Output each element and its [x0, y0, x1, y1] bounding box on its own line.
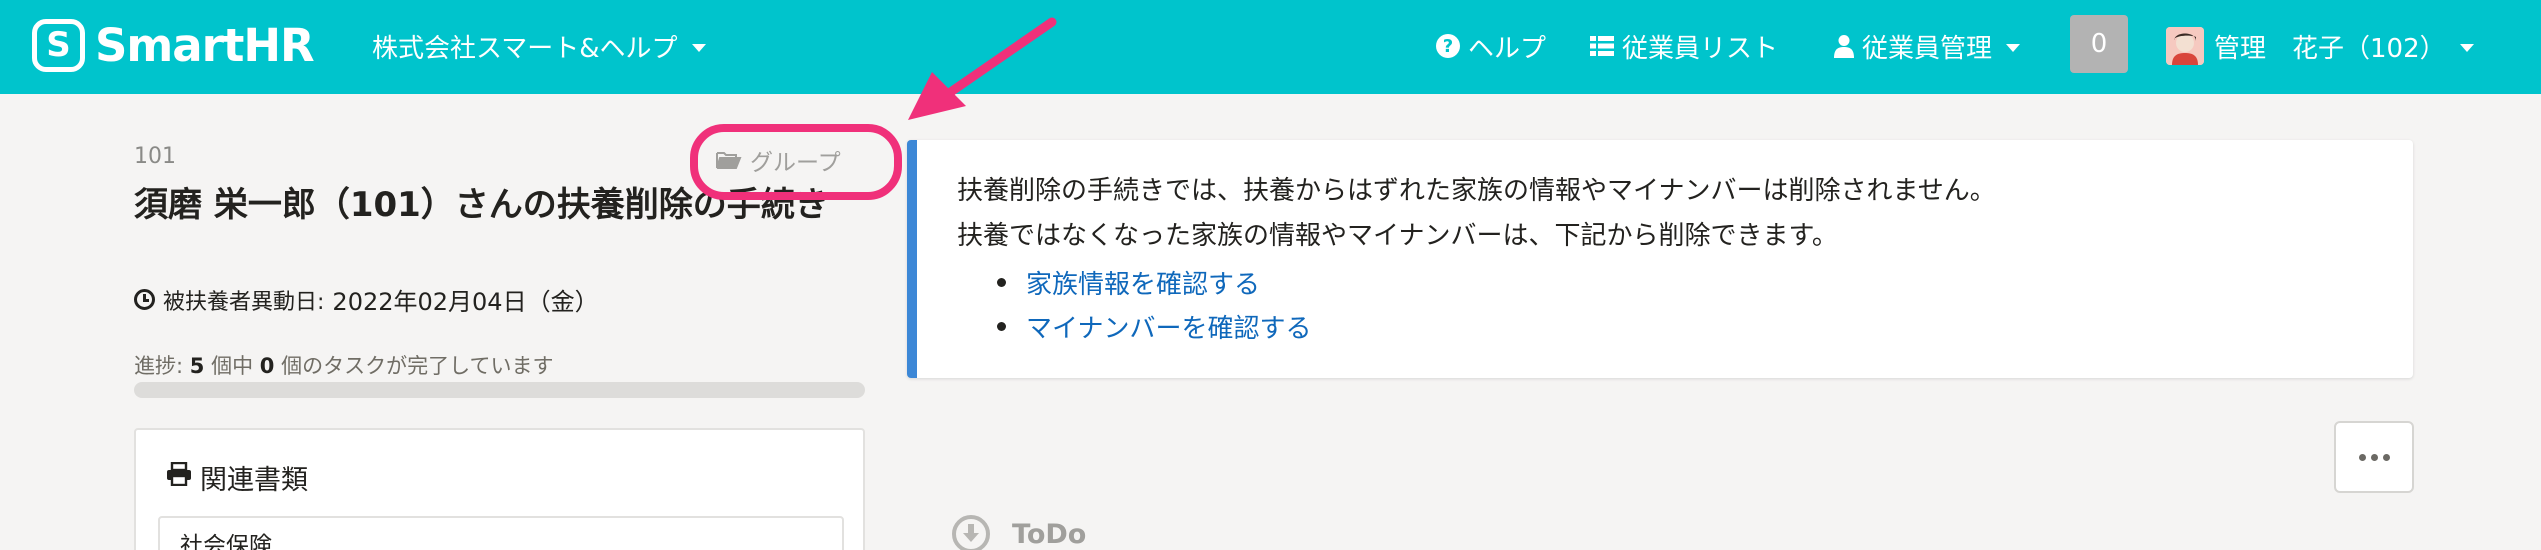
notice-line-1: 扶養削除の手続きでは、扶養からはずれた家族の情報やマイナンバーは削除されません。: [957, 176, 1996, 206]
smarthr-logo[interactable]: S SmartHR: [32, 16, 315, 74]
company-name: 株式会社スマート&ヘルプ: [372, 33, 678, 64]
ellipsis-icon: [2358, 453, 2366, 461]
nav-employee-list[interactable]: 従業員リスト: [1590, 26, 1778, 66]
nav-employee-list-label: 従業員リスト: [1622, 33, 1779, 64]
nav-employee-management[interactable]: 従業員管理: [1834, 26, 2021, 66]
annotation-arrow-icon: [908, 17, 1057, 120]
related-documents-title: 関連書類: [200, 465, 308, 496]
logo-mark-icon: S: [32, 18, 85, 72]
info-notice: 扶養削除の手続きでは、扶養からはずれた家族の情報やマイナンバーは削除されません。…: [907, 140, 2413, 378]
avatar: [2166, 27, 2204, 65]
change-date-label: 被扶養者異動日:: [163, 289, 325, 315]
progress-total: 5: [189, 354, 205, 378]
notification-badge[interactable]: 0: [2070, 15, 2128, 73]
caret-down-icon: [2459, 44, 2474, 52]
arrow-down-circle-icon: [952, 515, 990, 550]
notice-links: 家族情報を確認する マイナンバーを確認する: [997, 260, 1311, 348]
progress-middle: 個中: [211, 354, 254, 378]
progress-text: 進捗: 5 個中 0 個のタスクが完了しています: [134, 350, 553, 380]
nav-employee-management-label: 従業員管理: [1862, 33, 1993, 64]
change-date-value: 2022年02月04日（金）: [332, 288, 599, 316]
user-name: 管理 花子（102）: [2214, 33, 2446, 64]
employee-number: 101: [134, 144, 176, 169]
todo-label: ToDo: [1012, 518, 1087, 550]
print-icon: [166, 461, 192, 493]
list-icon: [1590, 35, 1614, 57]
todo-section-header: ToDo: [952, 515, 1086, 550]
progress-prefix: 進捗:: [134, 354, 184, 378]
annotation-highlight-circle: [690, 124, 902, 200]
clock-icon: [134, 289, 155, 310]
question-circle-icon: ?: [1436, 34, 1460, 58]
caret-down-icon: [2006, 44, 2021, 52]
progress-done: 0: [259, 354, 275, 378]
progress-bar: [134, 382, 865, 398]
nav-help[interactable]: ? ヘルプ: [1436, 26, 1546, 66]
user-icon: [1834, 34, 1854, 58]
link-my-number[interactable]: マイナンバーを確認する: [997, 304, 1311, 348]
link-family-info[interactable]: 家族情報を確認する: [997, 260, 1311, 304]
dependent-change-date: 被扶養者異動日: 2022年02月04日（金）: [134, 282, 599, 317]
company-switcher[interactable]: 株式会社スマート&ヘルプ: [372, 28, 706, 64]
notice-line-2: 扶養ではなくなった家族の情報やマイナンバーは、下記から削除できます。: [957, 221, 1838, 251]
more-options-button[interactable]: [2334, 421, 2414, 493]
related-documents-header: 関連書類: [166, 458, 308, 497]
caret-down-icon: [691, 44, 706, 52]
logo-text: SmartHR: [95, 18, 315, 72]
nav-help-label: ヘルプ: [1468, 33, 1547, 64]
progress-suffix: 個のタスクが完了しています: [281, 354, 554, 378]
top-navigation-bar: S SmartHR 株式会社スマート&ヘルプ ? ヘルプ 従業員リスト 従業員管…: [0, 0, 2541, 94]
user-menu[interactable]: 管理 花子（102）: [2166, 26, 2474, 66]
document-item-social-insurance[interactable]: 社会保険: [158, 516, 844, 550]
related-documents-panel: 関連書類 社会保険: [134, 428, 865, 550]
